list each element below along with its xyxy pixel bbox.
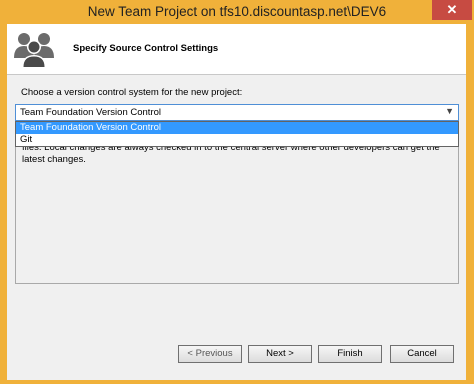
dialog-window: New Team Project on tfs10.discountasp.ne… [0,0,474,384]
cancel-button[interactable]: Cancel [390,345,454,363]
version-control-label: Choose a version control system for the … [21,87,243,98]
dialog-client-area: Specify Source Control Settings Choose a… [7,24,466,380]
window-title: New Team Project on tfs10.discountasp.ne… [87,4,387,19]
finish-button[interactable]: Finish [318,345,382,363]
page-title: Specify Source Control Settings [73,43,219,54]
close-button[interactable]: ✕ [432,0,472,20]
next-button[interactable]: Next > [248,345,312,363]
wizard-header: Specify Source Control Settings [7,24,466,75]
users-icon [14,33,54,68]
dropdown-list[interactable]: Team Foundation Version Control Git [15,121,459,147]
version-control-select[interactable]: Team Foundation Version Control ▼ [15,104,459,121]
option-git[interactable]: Git [16,134,458,146]
previous-button[interactable]: < Previous [178,345,242,363]
option-tfvc[interactable]: Team Foundation Version Control [16,122,458,134]
close-icon: ✕ [446,2,458,17]
title-bar[interactable]: New Team Project on tfs10.discountasp.ne… [0,0,474,24]
selected-value: Team Foundation Version Control [20,107,161,118]
chevron-down-icon[interactable]: ▼ [445,106,454,116]
